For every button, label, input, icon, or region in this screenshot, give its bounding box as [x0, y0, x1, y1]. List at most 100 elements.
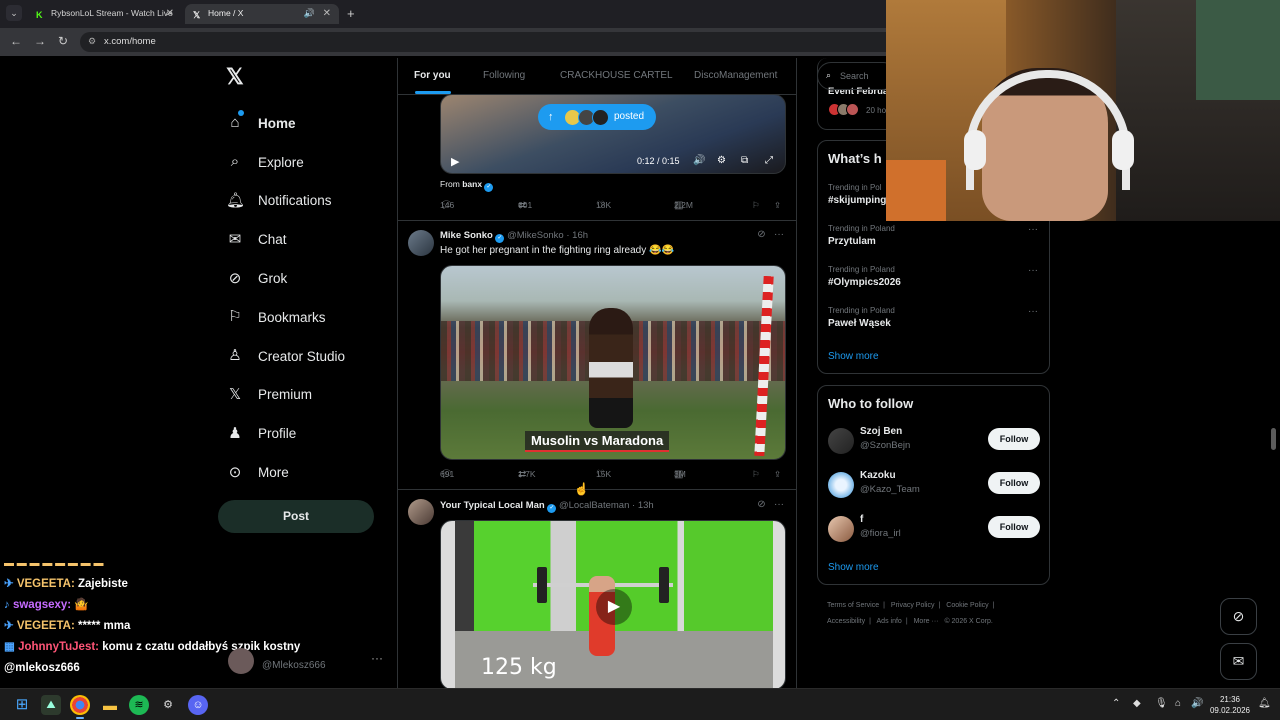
bookmark-icon[interactable]: ⚐ [752, 200, 760, 211]
back-icon[interactable]: ← [10, 34, 22, 48]
tray-app-icon[interactable]: ◆ [1133, 698, 1141, 709]
nav-bookmarks[interactable]: ⚐ Bookmarks [226, 298, 345, 337]
tab-following[interactable]: Following [483, 70, 525, 81]
verified-icon: ✓ [484, 183, 494, 192]
microphone-icon[interactable]: 🎙︎ [1155, 698, 1168, 709]
footer-link[interactable]: Cookie Policy [946, 602, 988, 609]
trend-item[interactable]: Trending in Poland Paweł Wąsek ··· [828, 306, 1038, 329]
app-icon[interactable]: ⛰ [41, 695, 61, 715]
grok-fab-icon[interactable]: ⊘ [1220, 598, 1257, 635]
tab-search-button[interactable]: ⌄ [6, 5, 22, 21]
browser-tab-x[interactable]: 𝕏 Home / X 🔊 ✕ [185, 4, 339, 24]
grok-icon[interactable]: ⊘ [757, 499, 765, 510]
follow-button[interactable]: Follow [988, 428, 1040, 450]
search-input[interactable]: ⌕ Search [817, 62, 897, 90]
more-icon[interactable]: ··· [1028, 306, 1038, 317]
browser-tab-kick[interactable]: K RybsonLoL Stream - Watch Live ✕ [28, 4, 182, 24]
author-name[interactable]: Mike Sonko [440, 230, 493, 241]
nav-chat[interactable]: ✉ Chat [226, 220, 345, 259]
network-icon[interactable]: ⌂ [1175, 698, 1181, 709]
url-field[interactable]: ⚙ x.com/home [80, 32, 900, 52]
follow-button[interactable]: Follow [988, 472, 1040, 494]
more-icon[interactable]: ··· [1028, 224, 1038, 235]
pip-icon[interactable]: ⧉ [741, 155, 748, 166]
trend-item[interactable]: Trending in Poland Przytulam ··· [828, 224, 1038, 247]
trends-show-more-link[interactable]: Show more [828, 351, 879, 362]
account-more-icon[interactable]: ··· [371, 651, 383, 665]
new-tab-button[interactable]: + [347, 6, 355, 21]
play-icon[interactable]: ▶ [596, 589, 632, 625]
source-name[interactable]: banx [462, 179, 482, 189]
follow-suggestion[interactable]: f @fiora_irl Follow [828, 514, 1040, 548]
notifications-bell-icon[interactable]: 🔔︎ [1258, 698, 1271, 709]
footer-link[interactable]: Privacy Policy [891, 602, 935, 609]
tweet-age[interactable]: 13h [638, 500, 654, 511]
nav-notifications[interactable]: 🔔︎ Notifications [226, 182, 345, 221]
follow-button[interactable]: Follow [988, 516, 1040, 538]
tab-crackhouse-cartel[interactable]: CRACKHOUSE CARTEL [560, 70, 673, 81]
footer-link[interactable]: Terms of Service [827, 602, 879, 609]
close-tab-icon[interactable]: ✕ [323, 8, 331, 19]
badge-icon: ✈ [4, 620, 14, 632]
tweet-text: He got her pregnant in the fighting ring… [440, 245, 674, 256]
discord-icon[interactable]: ☺ [188, 695, 208, 715]
new-posts-pill[interactable]: ↑ posted [538, 104, 656, 130]
tab-for-you[interactable]: For you [414, 70, 451, 81]
footer-link[interactable]: Accessibility [827, 618, 865, 625]
tab-discomanagement[interactable]: DiscoManagement [694, 70, 777, 81]
author-handle[interactable]: @MikeSonko [507, 230, 564, 241]
nav-creator-studio[interactable]: ♙ Creator Studio [226, 337, 345, 376]
video-player[interactable]: Musolin vs Maradona [440, 265, 786, 460]
forward-icon[interactable]: → [34, 34, 46, 48]
chrome-icon[interactable] [70, 695, 90, 719]
nav-grok[interactable]: ⊘ Grok [226, 259, 345, 298]
windows-start-icon[interactable]: ⊞ [12, 695, 32, 715]
url-text: x.com/home [104, 36, 156, 47]
tweet-age[interactable]: 16h [572, 230, 588, 241]
file-explorer-icon[interactable]: ▬ [100, 695, 120, 715]
follow-suggestion[interactable]: Szoj Ben @SzonBejn Follow [828, 426, 1040, 460]
volume-icon[interactable]: 🔊 [1191, 698, 1203, 709]
page-scrollbar[interactable] [1271, 428, 1276, 450]
webcam-overlay [886, 0, 1280, 221]
share-icon[interactable]: ⇪ [774, 469, 781, 480]
nav-more[interactable]: ⊙ More [226, 453, 345, 492]
nav-home[interactable]: ⌂ Home [226, 104, 345, 143]
trend-item[interactable]: Trending in Poland #Olympics2026 ··· [828, 265, 1038, 288]
video-player[interactable]: ▶ 125 kg [440, 520, 786, 688]
author-handle[interactable]: @LocalBateman [559, 500, 629, 511]
system-clock[interactable]: 21:36 09.02.2026 [1206, 694, 1254, 716]
more-icon[interactable]: ··· [774, 229, 784, 240]
more-icon[interactable]: ··· [1028, 265, 1038, 276]
follow-suggestion[interactable]: Kazoku @Kazo_Team Follow [828, 470, 1040, 504]
nav-explore[interactable]: ⌕ Explore [226, 143, 345, 182]
speaker-icon[interactable]: 🔊 [304, 8, 315, 19]
bookmark-icon[interactable]: ⚐ [752, 469, 760, 480]
x-logo-icon[interactable]: 𝕏 [226, 64, 244, 90]
fullscreen-icon[interactable]: ⤢ [765, 155, 773, 166]
reload-icon[interactable]: ↻ [58, 34, 68, 48]
more-icon[interactable]: ··· [774, 499, 784, 510]
volume-icon[interactable]: 🔊 [693, 155, 705, 166]
nav-profile[interactable]: ♟ Profile [226, 414, 345, 453]
from-label: From [440, 179, 460, 189]
avatar[interactable] [408, 499, 434, 525]
share-icon[interactable]: ⇪ [774, 200, 781, 211]
messages-fab-icon[interactable]: ✉ [1220, 643, 1257, 680]
footer-link[interactable]: More ··· [914, 618, 939, 625]
account-switcher[interactable]: @Mlekosz666 [224, 646, 360, 682]
post-button[interactable]: Post [218, 500, 374, 533]
play-icon[interactable]: ▶ [451, 155, 459, 168]
close-tab-icon[interactable]: ✕ [166, 8, 174, 19]
spotify-icon[interactable]: ≋ [129, 695, 149, 715]
tray-overflow-icon[interactable]: ⌃ [1112, 698, 1120, 709]
footer-link[interactable]: Ads info [877, 618, 902, 625]
grok-icon[interactable]: ⊘ [757, 229, 765, 240]
steam-icon[interactable]: ⚙ [158, 695, 178, 715]
settings-icon[interactable]: ⚙ [717, 155, 726, 166]
author-name[interactable]: Your Typical Local Man [440, 500, 545, 511]
site-info-icon[interactable]: ⚙ [88, 36, 96, 47]
nav-premium[interactable]: 𝕏 Premium [226, 376, 345, 415]
avatar[interactable] [408, 230, 434, 256]
follow-show-more-link[interactable]: Show more [828, 562, 879, 573]
